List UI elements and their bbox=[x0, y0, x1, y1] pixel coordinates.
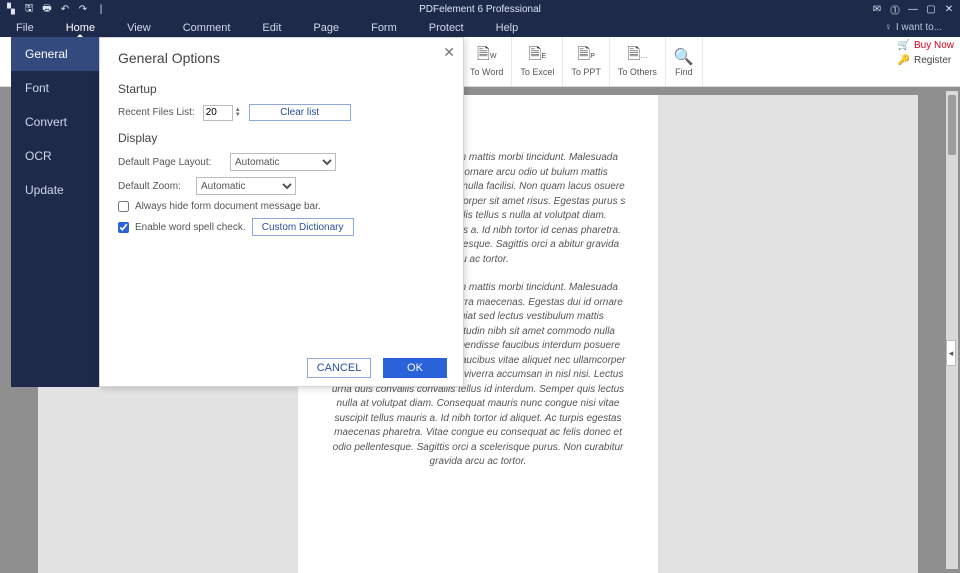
divider: | bbox=[94, 4, 108, 15]
menu-comment[interactable]: Comment bbox=[167, 18, 247, 37]
key-icon: 🔑 bbox=[898, 55, 910, 66]
register-button[interactable]: 🔑 Register bbox=[896, 54, 956, 67]
clear-list-button[interactable]: Clear list bbox=[249, 104, 351, 121]
close-window-icon[interactable]: ✕ bbox=[942, 4, 956, 15]
maximize-icon[interactable]: ▢ bbox=[924, 4, 938, 15]
to-excel-label: To Excel bbox=[520, 67, 554, 77]
spinner[interactable]: ▲▼ bbox=[235, 108, 241, 118]
hide-message-label: Always hide form document message bar. bbox=[135, 201, 321, 212]
app-logo-icon: ▚ bbox=[4, 4, 18, 15]
cart-icon: 🛒 bbox=[898, 40, 910, 51]
close-icon[interactable]: ✕ bbox=[443, 44, 455, 61]
titlebar: ▚ 🖫 🖶 ↶ ↷ | PDFelement 6 Professional ✉ … bbox=[0, 0, 960, 18]
ok-button[interactable]: OK bbox=[383, 358, 447, 378]
i-want-to-label: I want to... bbox=[896, 22, 942, 33]
ppt-icon: 🗎P bbox=[577, 47, 595, 67]
layout-select[interactable]: Automatic bbox=[230, 153, 336, 171]
menu-home[interactable]: Home bbox=[50, 18, 111, 37]
sidebar-tab-general[interactable]: General bbox=[11, 37, 99, 71]
to-excel-button[interactable]: 🗎E To Excel bbox=[512, 37, 563, 86]
sidebar-tab-update[interactable]: Update bbox=[11, 173, 99, 207]
hide-message-checkbox[interactable] bbox=[118, 201, 129, 212]
bulb-icon: ♀ bbox=[884, 22, 892, 33]
recent-files-input[interactable] bbox=[203, 105, 233, 121]
options-panel: ✕ General Options Startup Recent Files L… bbox=[99, 37, 464, 387]
sidebar-tab-font[interactable]: Font bbox=[11, 71, 99, 105]
to-word-label: To Word bbox=[470, 67, 503, 77]
custom-dictionary-button[interactable]: Custom Dictionary bbox=[252, 218, 354, 236]
find-icon: 🔍 bbox=[674, 47, 694, 67]
i-want-to[interactable]: ♀ I want to... bbox=[884, 22, 942, 33]
app-title: PDFelement 6 Professional bbox=[419, 4, 541, 15]
scrollbar-thumb[interactable] bbox=[948, 95, 956, 155]
menu-file[interactable]: File bbox=[0, 18, 50, 37]
word-icon: 🗎W bbox=[477, 47, 496, 67]
others-icon: 🗎… bbox=[627, 47, 647, 67]
zoom-select[interactable]: Automatic bbox=[196, 177, 296, 195]
to-others-label: To Others bbox=[618, 67, 657, 77]
to-others-button[interactable]: 🗎… To Others bbox=[610, 37, 666, 86]
options-title: General Options bbox=[118, 50, 445, 66]
excel-icon: 🗎E bbox=[529, 47, 547, 67]
sidebar-tab-ocr[interactable]: OCR bbox=[11, 139, 99, 173]
menubar: File Home View Comment Edit Page Form Pr… bbox=[0, 18, 960, 37]
expand-right-panel[interactable]: ◂ bbox=[946, 340, 956, 366]
notification-icon[interactable]: ⓵ bbox=[888, 2, 902, 17]
to-ppt-label: To PPT bbox=[571, 67, 601, 77]
layout-label: Default Page Layout: bbox=[118, 157, 222, 168]
sidebar-tab-convert[interactable]: Convert bbox=[11, 105, 99, 139]
scrollbar[interactable] bbox=[946, 91, 958, 569]
redo-icon[interactable]: ↷ bbox=[76, 4, 90, 15]
menu-protect[interactable]: Protect bbox=[413, 18, 480, 37]
undo-icon[interactable]: ↶ bbox=[58, 4, 72, 15]
to-word-button[interactable]: 🗎W To Word bbox=[462, 37, 512, 86]
options-sidebar: General Font Convert OCR Update bbox=[11, 37, 99, 387]
menu-page[interactable]: Page bbox=[297, 18, 355, 37]
menu-form[interactable]: Form bbox=[355, 18, 413, 37]
menu-help[interactable]: Help bbox=[480, 18, 535, 37]
to-ppt-button[interactable]: 🗎P To PPT bbox=[563, 37, 610, 86]
menu-edit[interactable]: Edit bbox=[246, 18, 297, 37]
find-label: Find bbox=[675, 67, 693, 77]
spell-check-checkbox[interactable] bbox=[118, 222, 129, 233]
buy-now-button[interactable]: 🛒 Buy Now bbox=[896, 39, 956, 52]
menu-view[interactable]: View bbox=[111, 18, 167, 37]
buy-now-label: Buy Now bbox=[914, 40, 954, 51]
display-heading: Display bbox=[118, 131, 445, 145]
register-label: Register bbox=[914, 55, 951, 66]
find-button[interactable]: 🔍 Find bbox=[666, 37, 703, 86]
save-icon[interactable]: 🖫 bbox=[22, 1, 36, 18]
minimize-icon[interactable]: — bbox=[906, 4, 920, 15]
spell-check-label: Enable word spell check. bbox=[135, 222, 246, 233]
zoom-label: Default Zoom: bbox=[118, 181, 188, 192]
mail-icon[interactable]: ✉ bbox=[870, 4, 884, 15]
print-icon[interactable]: 🖶 bbox=[40, 1, 54, 18]
recent-files-label: Recent Files List: bbox=[118, 107, 195, 118]
cancel-button[interactable]: CANCEL bbox=[307, 358, 371, 378]
startup-heading: Startup bbox=[118, 82, 445, 96]
